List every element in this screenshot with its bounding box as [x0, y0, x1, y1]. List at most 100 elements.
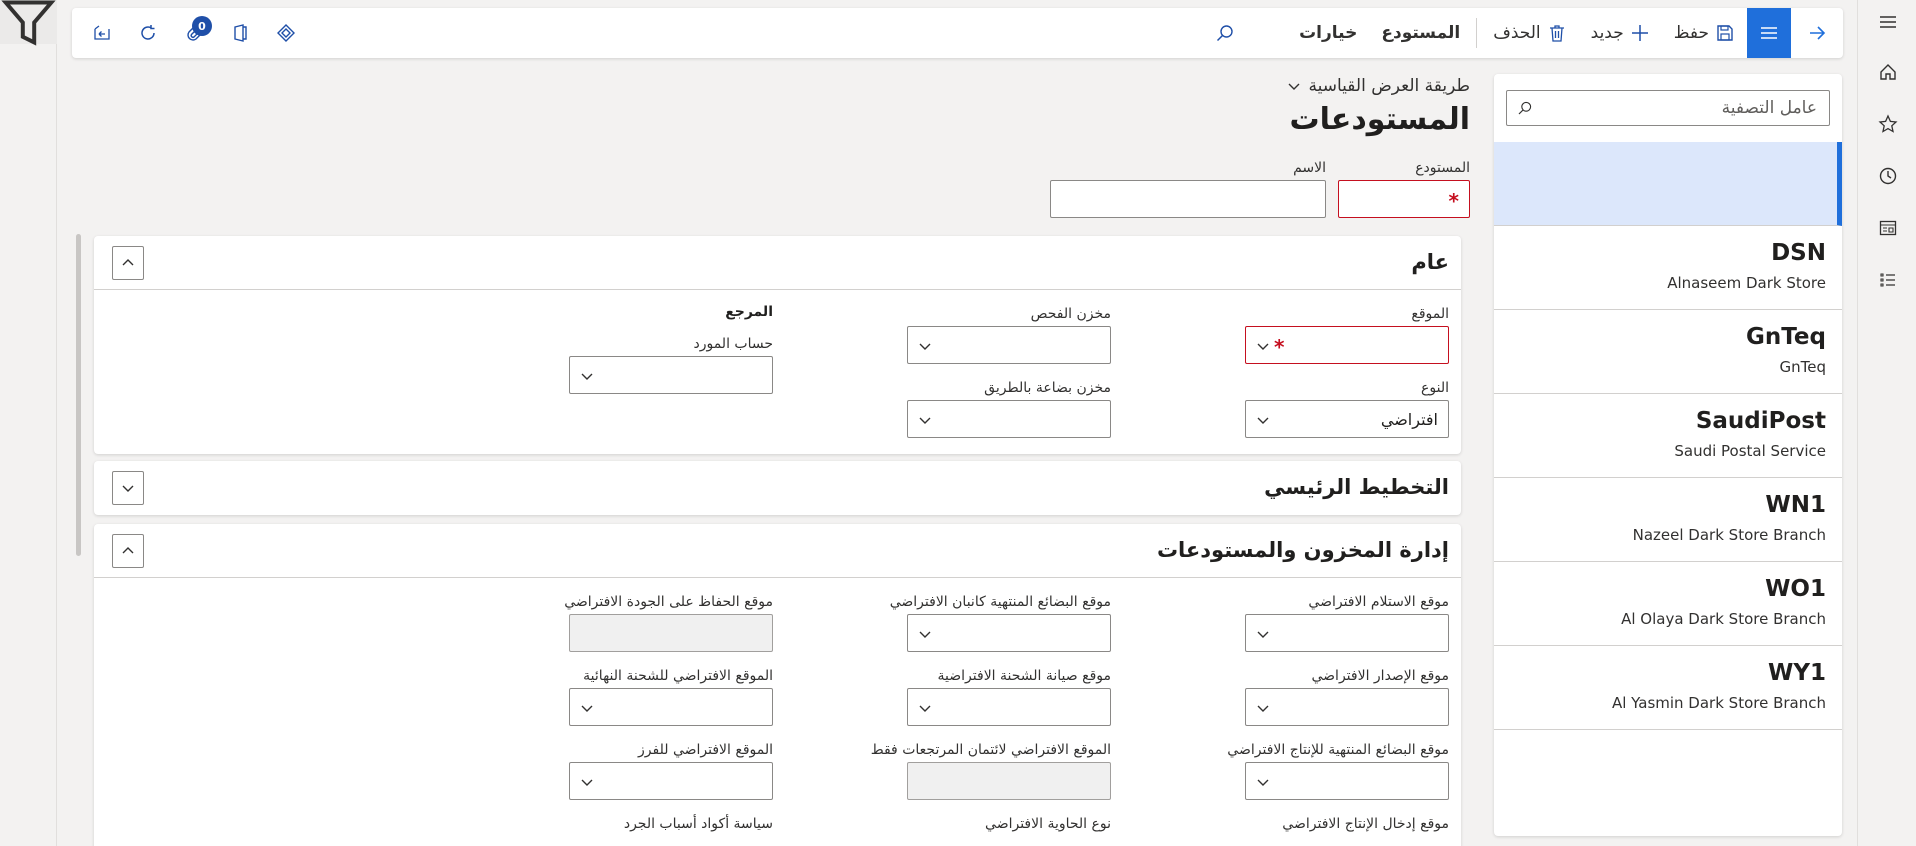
inspection-label: مخزن الفحص: [1030, 306, 1111, 322]
name-input[interactable]: [1050, 180, 1326, 218]
list-item[interactable]: DSN Alnaseem Dark Store: [1494, 226, 1842, 310]
inspection-select[interactable]: [907, 326, 1111, 364]
container-type-label: نوع الحاوية الافتراضي: [985, 816, 1111, 832]
final-shipping-location-select[interactable]: [569, 688, 773, 726]
chevron-down-icon: [1257, 779, 1269, 786]
final-shipping-location-label: الموقع الافتراضي للشحنة النهائية: [583, 668, 773, 684]
refresh-button[interactable]: [128, 8, 168, 58]
kanban-finished-location-label: موقع البضائع المنتهية كانبان الافتراضي: [889, 594, 1111, 610]
kanban-finished-location-select[interactable]: [907, 614, 1111, 652]
chevron-down-icon: [581, 705, 593, 712]
list-item[interactable]: WY1 Al Yasmin Dark Store Branch: [1494, 646, 1842, 730]
list-item[interactable]: GnTeq GnTeq: [1494, 310, 1842, 394]
office-icon: [234, 24, 247, 42]
nav-menu-button[interactable]: [1858, 4, 1916, 40]
list-item-code: WY1: [1767, 660, 1826, 686]
nav-favorites-button[interactable]: [1858, 106, 1916, 142]
attachments-count-badge: 0: [192, 16, 212, 36]
list-item-code: GnTeq: [1746, 324, 1826, 350]
site-select[interactable]: *: [1245, 326, 1449, 364]
nav-modules-button[interactable]: [1858, 262, 1916, 298]
warehouse-label: المستودع: [1415, 160, 1470, 176]
type-select[interactable]: افتراضي: [1245, 400, 1449, 438]
list-item-new[interactable]: [1494, 142, 1842, 226]
list-filter-input[interactable]: عامل التصفية: [1506, 90, 1830, 126]
search-icon: [1518, 101, 1532, 115]
tab-warehouse[interactable]: المستودع: [1369, 8, 1472, 58]
trash-icon: [1549, 25, 1564, 42]
home-icon: [1879, 64, 1896, 80]
power-apps-button[interactable]: [266, 8, 306, 58]
chevron-down-icon: [919, 631, 931, 638]
filter-toggle-button[interactable]: [0, 0, 57, 46]
delete-label: الحذف: [1493, 23, 1541, 43]
section-inventory-header[interactable]: إدارة المخزون والمستودعات: [94, 524, 1461, 578]
view-selector[interactable]: طريقة العرض القياسية: [1287, 76, 1470, 96]
vendor-account-select[interactable]: [569, 356, 773, 394]
chevron-down-icon: [122, 485, 134, 492]
chevron-down-icon: [1257, 631, 1269, 638]
action-bar: حفظ جديد الحذف المستودع خيارات 0: [72, 8, 1843, 58]
save-label: حفظ: [1673, 23, 1709, 43]
arrow-back-icon: [1810, 26, 1826, 40]
list-item-desc: Saudi Postal Service: [1674, 442, 1826, 460]
tab-options[interactable]: خيارات: [1287, 8, 1369, 58]
delete-button[interactable]: الحذف: [1481, 8, 1578, 58]
list-item[interactable]: WN1 Nazeel Dark Store Branch: [1494, 478, 1842, 562]
open-in-new-window-button[interactable]: [82, 8, 122, 58]
new-button[interactable]: جديد: [1579, 8, 1662, 58]
shipment-maintenance-location-field: موقع صيانة الشحنة الافتراضية: [907, 668, 1111, 726]
warehouse-input[interactable]: *: [1338, 180, 1470, 218]
section-master-planning-header[interactable]: التخطيط الرئيسي: [94, 461, 1461, 515]
list-item-desc: Al Olaya Dark Store Branch: [1621, 610, 1826, 628]
warehouse-field: المستودع *: [1338, 160, 1470, 218]
list-item-desc: GnTeq: [1779, 358, 1827, 376]
quality-hold-location-input: [569, 614, 773, 652]
collapse-button[interactable]: [112, 246, 144, 280]
final-shipping-location-field: الموقع الافتراضي للشحنة النهائية: [569, 668, 773, 726]
record-list: DSN Alnaseem Dark Store GnTeq GnTeq Saud…: [1494, 142, 1842, 730]
quality-hold-location-field: موقع الحفاظ على الجودة الافتراضي: [564, 594, 773, 652]
expand-button[interactable]: [112, 471, 144, 505]
quality-hold-location-label: موقع الحفاظ على الجودة الافتراضي: [564, 594, 773, 610]
search-button[interactable]: [1203, 8, 1247, 58]
section-general-header[interactable]: عام: [94, 236, 1461, 290]
sort-location-select[interactable]: [569, 762, 773, 800]
office-button[interactable]: [220, 8, 260, 58]
list-item[interactable]: WO1 Al Olaya Dark Store Branch: [1494, 562, 1842, 646]
left-filter-strip: [0, 0, 57, 846]
transit-select[interactable]: [907, 400, 1111, 438]
receipt-location-label: موقع الاستلام الافتراضي: [1308, 594, 1449, 610]
save-button[interactable]: حفظ: [1662, 8, 1747, 58]
list-item[interactable]: SaudiPost Saudi Postal Service: [1494, 394, 1842, 478]
back-button[interactable]: [1791, 8, 1843, 58]
issue-location-select[interactable]: [1245, 688, 1449, 726]
chevron-down-icon: [1257, 343, 1269, 350]
receipt-location-select[interactable]: [1245, 614, 1449, 652]
save-icon: [1717, 25, 1733, 41]
vendor-account-label: حساب المورد: [693, 336, 773, 352]
site-field: الموقع *: [1245, 306, 1449, 364]
attachments-button[interactable]: 0: [174, 8, 214, 58]
receipt-location-field: موقع الاستلام الافتراضي: [1245, 594, 1449, 652]
tab-warehouse-label: المستودع: [1381, 23, 1461, 43]
issue-location-field: موقع الإصدار الافتراضي: [1245, 668, 1449, 726]
returns-credit-location-input: [907, 762, 1111, 800]
filter-placeholder: عامل التصفية: [1721, 98, 1817, 118]
list-icon: [1879, 273, 1895, 287]
collapse-button[interactable]: [112, 534, 144, 568]
chevron-down-icon: [581, 779, 593, 786]
workspace-icon: [1879, 220, 1896, 236]
nav-recent-button[interactable]: [1858, 158, 1916, 194]
action-menu-button[interactable]: [1747, 8, 1791, 58]
list-item-desc: [1494, 154, 1821, 160]
nav-workspaces-button[interactable]: [1858, 210, 1916, 246]
nav-home-button[interactable]: [1858, 54, 1916, 90]
kanban-finished-location-field: موقع البضائع المنتهية كانبان الافتراضي: [889, 594, 1111, 652]
production-finished-location-label: موقع البضائع المنتهية للإنتاج الافتراضي: [1227, 742, 1449, 758]
section-general: عام الموقع * النوع افتراضي مخزن الفحص مخ…: [94, 236, 1461, 454]
shipment-maintenance-location-select[interactable]: [907, 688, 1111, 726]
chevron-down-icon: [919, 343, 931, 350]
production-finished-location-select[interactable]: [1245, 762, 1449, 800]
diamond-icon: [277, 24, 295, 42]
